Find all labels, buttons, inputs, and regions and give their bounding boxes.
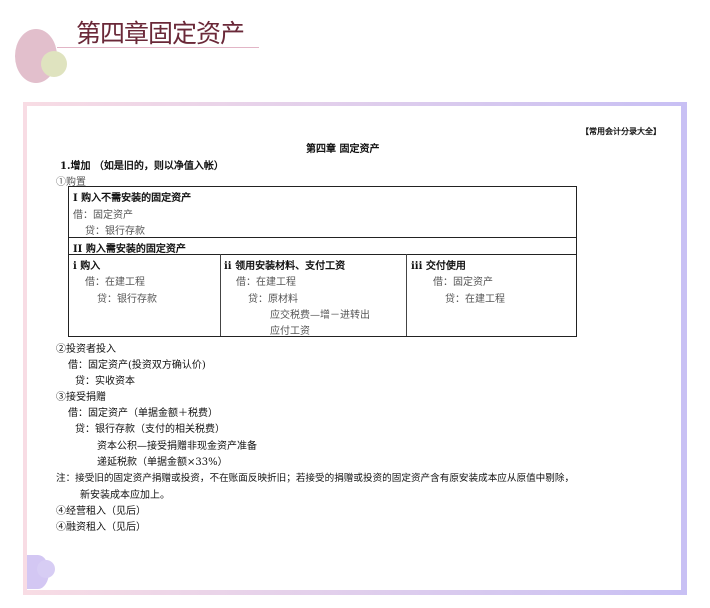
entry-debit: 借：在建工程 [236,277,296,288]
section-heading: 1.增加 （如是旧的，则以净值入帐） [60,161,224,172]
entry-credit: 贷：银行存款 [85,226,145,237]
entry-credit: 递延税款（单据金额×33%） [97,457,228,468]
col-ii-heading: ii 领用安装材料、支付工资 [224,261,346,272]
item-operating-lease: ④经营租入（见后） [56,506,146,517]
chapter-heading: 第四章 固定资产 [306,144,380,155]
entry-debit: 借：固定资产（单据金额＋税费） [68,408,218,419]
title-underline [57,47,259,48]
entry-debit: 借：固定资产(投资双方确认价) [68,360,206,371]
entry-debit: 借：固定资产 [433,277,493,288]
entry-debit: 借：在建工程 [85,277,145,288]
entry-credit: 应交税费—增－进转出 [270,310,370,321]
decor-bubble [37,560,55,578]
entry-credit: 贷：原材料 [248,294,298,305]
entry-credit: 贷：实收资本 [75,376,135,387]
decor-circle-green [41,51,67,77]
entry-credit: 贷：银行存款（支付的相关税费） [75,424,225,435]
source-tag: 【常用会计分录大全】 [581,126,661,136]
item-investor: ②投资者投入 [56,344,116,355]
entry-credit: 应付工资 [270,326,310,337]
entry-credit: 资本公积—接受捐赠非现金资产准备 [97,441,257,452]
note-continued: 新安装成本应加上。 [80,490,170,501]
entry-debit: 借：固定资产 [73,210,133,221]
item-donation: ③接受捐赠 [56,392,106,403]
col-i-heading: i 购入 [73,261,101,272]
table-heading-I: I 购入不需安装的固定资产 [73,193,192,204]
slide-title: 第四章固定资产 [76,19,245,48]
col-iii-heading: iii 交付使用 [411,261,466,272]
note: 注：接受旧的固定资产捐赠或投资，不在账面反映折旧；若接受的捐赠或投资的固定资产含… [56,473,575,484]
table-heading-II: II 购入需安装的固定资产 [73,244,186,255]
item-finance-lease: ④融资租入（见后） [56,522,146,533]
entry-credit: 贷：银行存款 [97,294,157,305]
entry-credit: 贷：在建工程 [445,294,505,305]
